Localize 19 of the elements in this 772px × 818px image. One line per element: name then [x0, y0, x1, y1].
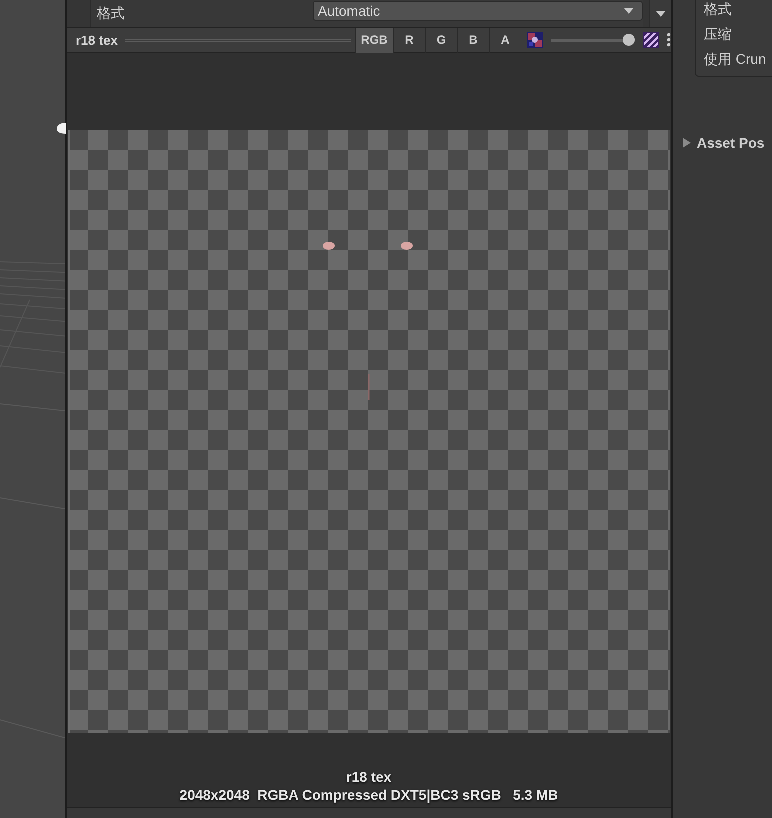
format-dropdown[interactable]: Automatic — [313, 0, 643, 20]
texture-name: r18 tex — [345, 768, 393, 786]
collapsed-triangle-icon[interactable] — [683, 138, 691, 148]
preview-title: r18 tex — [75, 32, 118, 48]
channel-button[interactable]: RGB — [355, 28, 393, 52]
setting-label: 压缩 — [704, 25, 733, 44]
setting-label: 使用 Crun — [704, 50, 768, 69]
marker-icon — [57, 123, 66, 134]
checker-icon[interactable] — [643, 32, 659, 48]
texture-info: 2048x2048 RGBA Compressed DXT5|BC3 sRGB 5.3 MB — [180, 786, 558, 804]
setting-label: 格式 — [704, 0, 733, 19]
drag-handle[interactable] — [124, 38, 351, 42]
slider-thumb[interactable] — [623, 34, 635, 46]
scroll-down-icon[interactable] — [656, 10, 666, 16]
caret-icon — [624, 8, 634, 14]
mip-level-icon — [527, 32, 543, 48]
more-options-icon[interactable] — [667, 33, 671, 47]
section-header[interactable]: Asset Pos — [697, 135, 765, 151]
format-label: 格式 — [97, 4, 126, 22]
